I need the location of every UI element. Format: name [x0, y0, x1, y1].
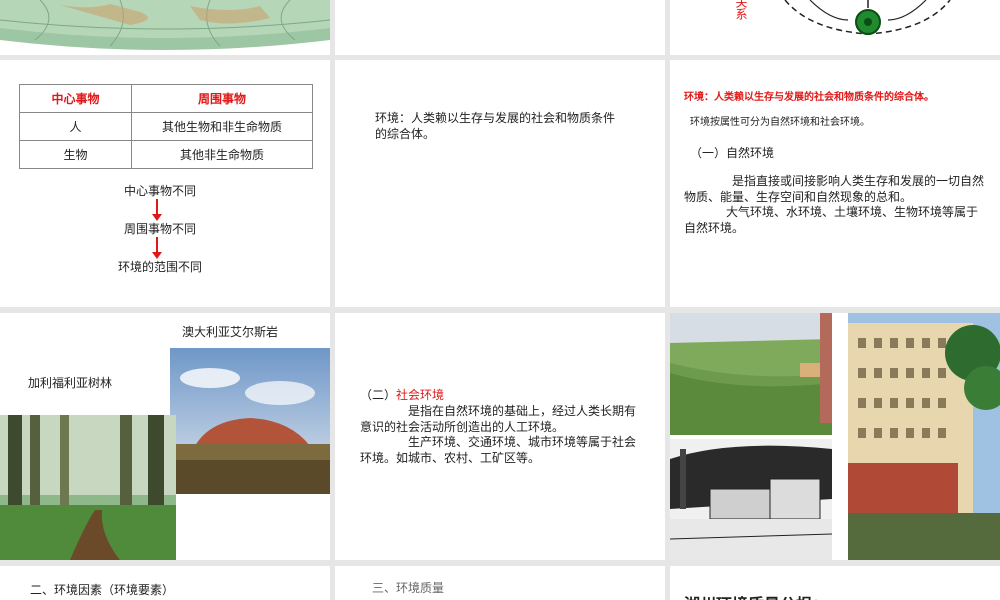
flow-arrow-icon — [152, 199, 162, 221]
uluru-photo — [170, 348, 330, 494]
slide-3: 关系 — [670, 0, 1000, 55]
table-header: 周围事物 — [131, 84, 313, 113]
heading-red: 社会环境 — [396, 388, 445, 402]
flow-step: 环境的范围不同 — [117, 260, 202, 274]
heading-prefix: （二） — [360, 388, 397, 402]
natural-environment-description: 是指直接或间接影响人类生存和发展的一切自然物质、能量、生存空间和自然现象的总和。 — [684, 174, 985, 204]
slide-10: 二、环境因素（环境要素） — [0, 566, 330, 600]
slide-10-heading: 二、环境因素（环境要素） — [30, 583, 175, 597]
slide-2 — [335, 0, 665, 55]
forest-photo — [0, 415, 176, 560]
social-environment-examples: 生产环境、交通环境、城市环境等属于社会环境。如城市、农村、工矿区等。 — [360, 435, 637, 465]
orbit-diagram — [784, 0, 951, 35]
forest-label: 加利福利亚树林 — [28, 376, 113, 390]
social-environment-heading: （二）社会环境 — [360, 387, 444, 403]
environment-definition: 环境：人类赖以生存与发展的社会和物质条件的综合体。 — [375, 111, 616, 141]
slide-5: 环境：人类赖以生存与发展的社会和物质条件的综合体。 — [335, 60, 665, 307]
building-photo — [848, 313, 1000, 560]
slide-11: 三、环境质量 — [335, 566, 665, 600]
vineyard-photo — [670, 313, 832, 435]
table-header: 中心事物 — [19, 84, 132, 113]
table-row: 人 其他生物和非生命物质 — [19, 112, 313, 141]
factory-photo — [670, 439, 832, 560]
slide-11-heading: 三、环境质量 — [372, 581, 445, 595]
classification-text: 环境按属性可分为自然环境和社会环境。 — [690, 117, 870, 128]
table-cell: 其他生物和非生命物质 — [131, 112, 313, 141]
slide-12: 湖州环境质量公报： — [670, 566, 1000, 600]
natural-environment-examples: 大气环境、水环境、土壤环境、生物环境等属于自然环境。 — [684, 205, 979, 235]
slide-7: 澳大利亚艾尔斯岩 加利福利亚树林 — [0, 313, 330, 560]
slide-1 — [0, 0, 330, 55]
table-header-row: 中心事物 周围事物 — [19, 84, 313, 113]
flow-step: 中心事物不同 — [123, 184, 196, 198]
center-surrounding-table: 中心事物 周围事物 人 其他生物和非生命物质 生物 其他非生命物质 — [19, 84, 313, 169]
uluru-label: 澳大利亚艾尔斯岩 — [182, 325, 279, 339]
table-cell: 人 — [19, 112, 132, 141]
environment-definition-red: 环境：人类赖以生存与发展的社会和物质条件的综合体。 — [684, 92, 934, 103]
flow-arrow-icon — [152, 237, 162, 259]
slide-4: 中心事物 周围事物 人 其他生物和非生命物质 生物 其他非生命物质 中心事物不同… — [0, 60, 330, 307]
natural-environment-heading: （一）自然环境 — [690, 146, 775, 160]
slide-6: 环境：人类赖以生存与发展的社会和物质条件的综合体。 环境按属性可分为自然环境和社… — [670, 60, 1000, 307]
table-cell: 其他非生命物质 — [131, 140, 313, 169]
social-environment-description: 是指在自然环境的基础上，经过人类长期有意识的社会活动所创造出的人工环境。 — [360, 404, 637, 434]
table-cell: 生物 — [19, 140, 132, 169]
slide-8: （二）社会环境 是指在自然环境的基础上，经过人类长期有意识的社会活动所创造出的人… — [335, 313, 665, 560]
table-row: 生物 其他非生命物质 — [19, 140, 313, 169]
flow-step: 周围事物不同 — [123, 222, 196, 236]
globe-image — [0, 0, 330, 55]
slide-9 — [670, 313, 1000, 560]
slide-12-heading: 湖州环境质量公报： — [684, 591, 828, 600]
